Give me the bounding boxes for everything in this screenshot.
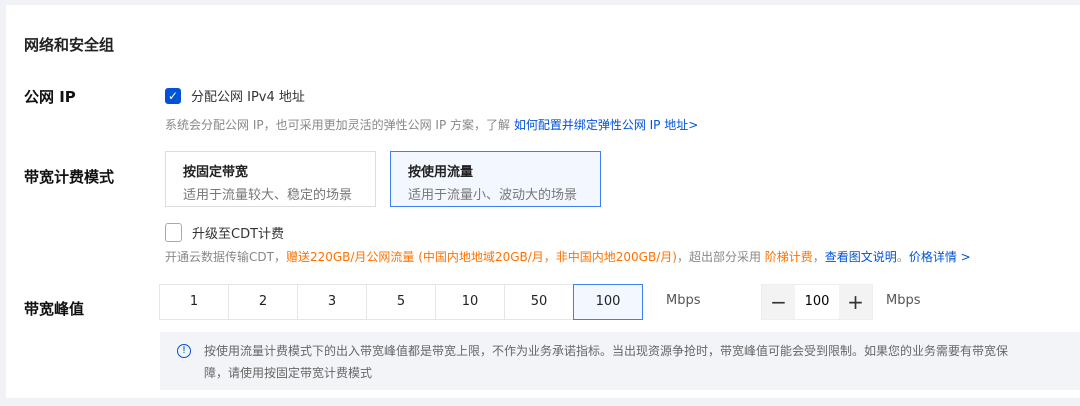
bandwidth-option-selected[interactable]: 100 bbox=[573, 284, 643, 320]
cdt-hint: 。 bbox=[896, 250, 909, 264]
bandwidth-option[interactable]: 3 bbox=[297, 284, 367, 320]
view-docs-link[interactable]: 查看图文说明 bbox=[825, 250, 897, 264]
checkbox-label: 分配公网 IPv4 地址 bbox=[191, 90, 305, 105]
billing-mode-label: 带宽计费模式 bbox=[24, 168, 115, 186]
bandwidth-peak-label: 带宽峰值 bbox=[24, 300, 85, 318]
option-desc: 适用于流量较大、稳定的场景 bbox=[183, 188, 353, 203]
billing-option-fixed[interactable]: 按固定带宽 适用于流量较大、稳定的场景 bbox=[165, 151, 376, 207]
info-text: 障，请使用按固定带宽计费模式 bbox=[204, 366, 373, 380]
stepper-unit: Mbps bbox=[886, 293, 921, 308]
section-title: 网络和安全组 bbox=[24, 36, 115, 54]
bandwidth-unit: Mbps bbox=[666, 293, 701, 308]
checkbox-label: 升级至CDT计费 bbox=[192, 227, 285, 242]
plus-button[interactable]: + bbox=[839, 285, 872, 319]
assign-ipv4-checkbox[interactable]: ✓ 分配公网 IPv4 地址 bbox=[165, 86, 305, 105]
info-icon: ! bbox=[177, 344, 191, 358]
bandwidth-option[interactable]: 50 bbox=[504, 284, 574, 320]
option-title: 按固定带宽 bbox=[183, 165, 249, 180]
bandwidth-input[interactable]: 100 bbox=[795, 285, 839, 319]
bandwidth-option[interactable]: 5 bbox=[366, 284, 436, 320]
checkbox-checked-icon[interactable]: ✓ bbox=[165, 87, 181, 104]
info-text: 按使用流量计费模式下的出入带宽峰值都是带宽上限，不作为业务承诺指标。当出现资源争… bbox=[204, 344, 1009, 358]
public-ip-hint: 系统会分配公网 IP，也可采用更加灵活的弹性公网 IP 方案，了解 bbox=[165, 118, 514, 132]
bandwidth-option[interactable]: 10 bbox=[435, 284, 505, 320]
option-title: 按使用流量 bbox=[408, 165, 474, 180]
billing-option-traffic[interactable]: 按使用流量 适用于流量小、波动大的场景 bbox=[390, 151, 601, 207]
cdt-hint: ，超出部分采用 bbox=[676, 250, 765, 264]
cdt-hint: 开通云数据传输CDT， bbox=[165, 250, 286, 264]
tiered-billing: 阶梯计费 bbox=[764, 250, 813, 264]
bandwidth-option[interactable]: 2 bbox=[228, 284, 298, 320]
checkbox-unchecked-icon[interactable] bbox=[165, 223, 182, 242]
bandwidth-info-notice: ! 按使用流量计费模式下的出入带宽峰值都是带宽上限，不作为业务承诺指标。当出现资… bbox=[160, 332, 1080, 390]
minus-button[interactable]: − bbox=[762, 285, 795, 319]
cdt-hint: ， bbox=[812, 250, 825, 264]
option-desc: 适用于流量小、波动大的场景 bbox=[408, 188, 578, 203]
price-details-link[interactable]: 价格详情 > bbox=[909, 250, 971, 264]
cdt-free-traffic: 赠送220GB/月公网流量 (中国内地地域20GB/月，非中国内地200GB/月… bbox=[285, 250, 677, 264]
eip-config-link[interactable]: 如何配置并绑定弹性公网 IP 地址> bbox=[514, 118, 698, 132]
bandwidth-option[interactable]: 1 bbox=[159, 284, 229, 320]
cdt-checkbox[interactable]: 升级至CDT计费 bbox=[165, 223, 284, 242]
bandwidth-options: 1 2 3 5 10 50 100 bbox=[159, 284, 643, 320]
public-ip-label: 公网 IP bbox=[24, 88, 76, 106]
bandwidth-stepper: − 100 + bbox=[761, 284, 873, 320]
